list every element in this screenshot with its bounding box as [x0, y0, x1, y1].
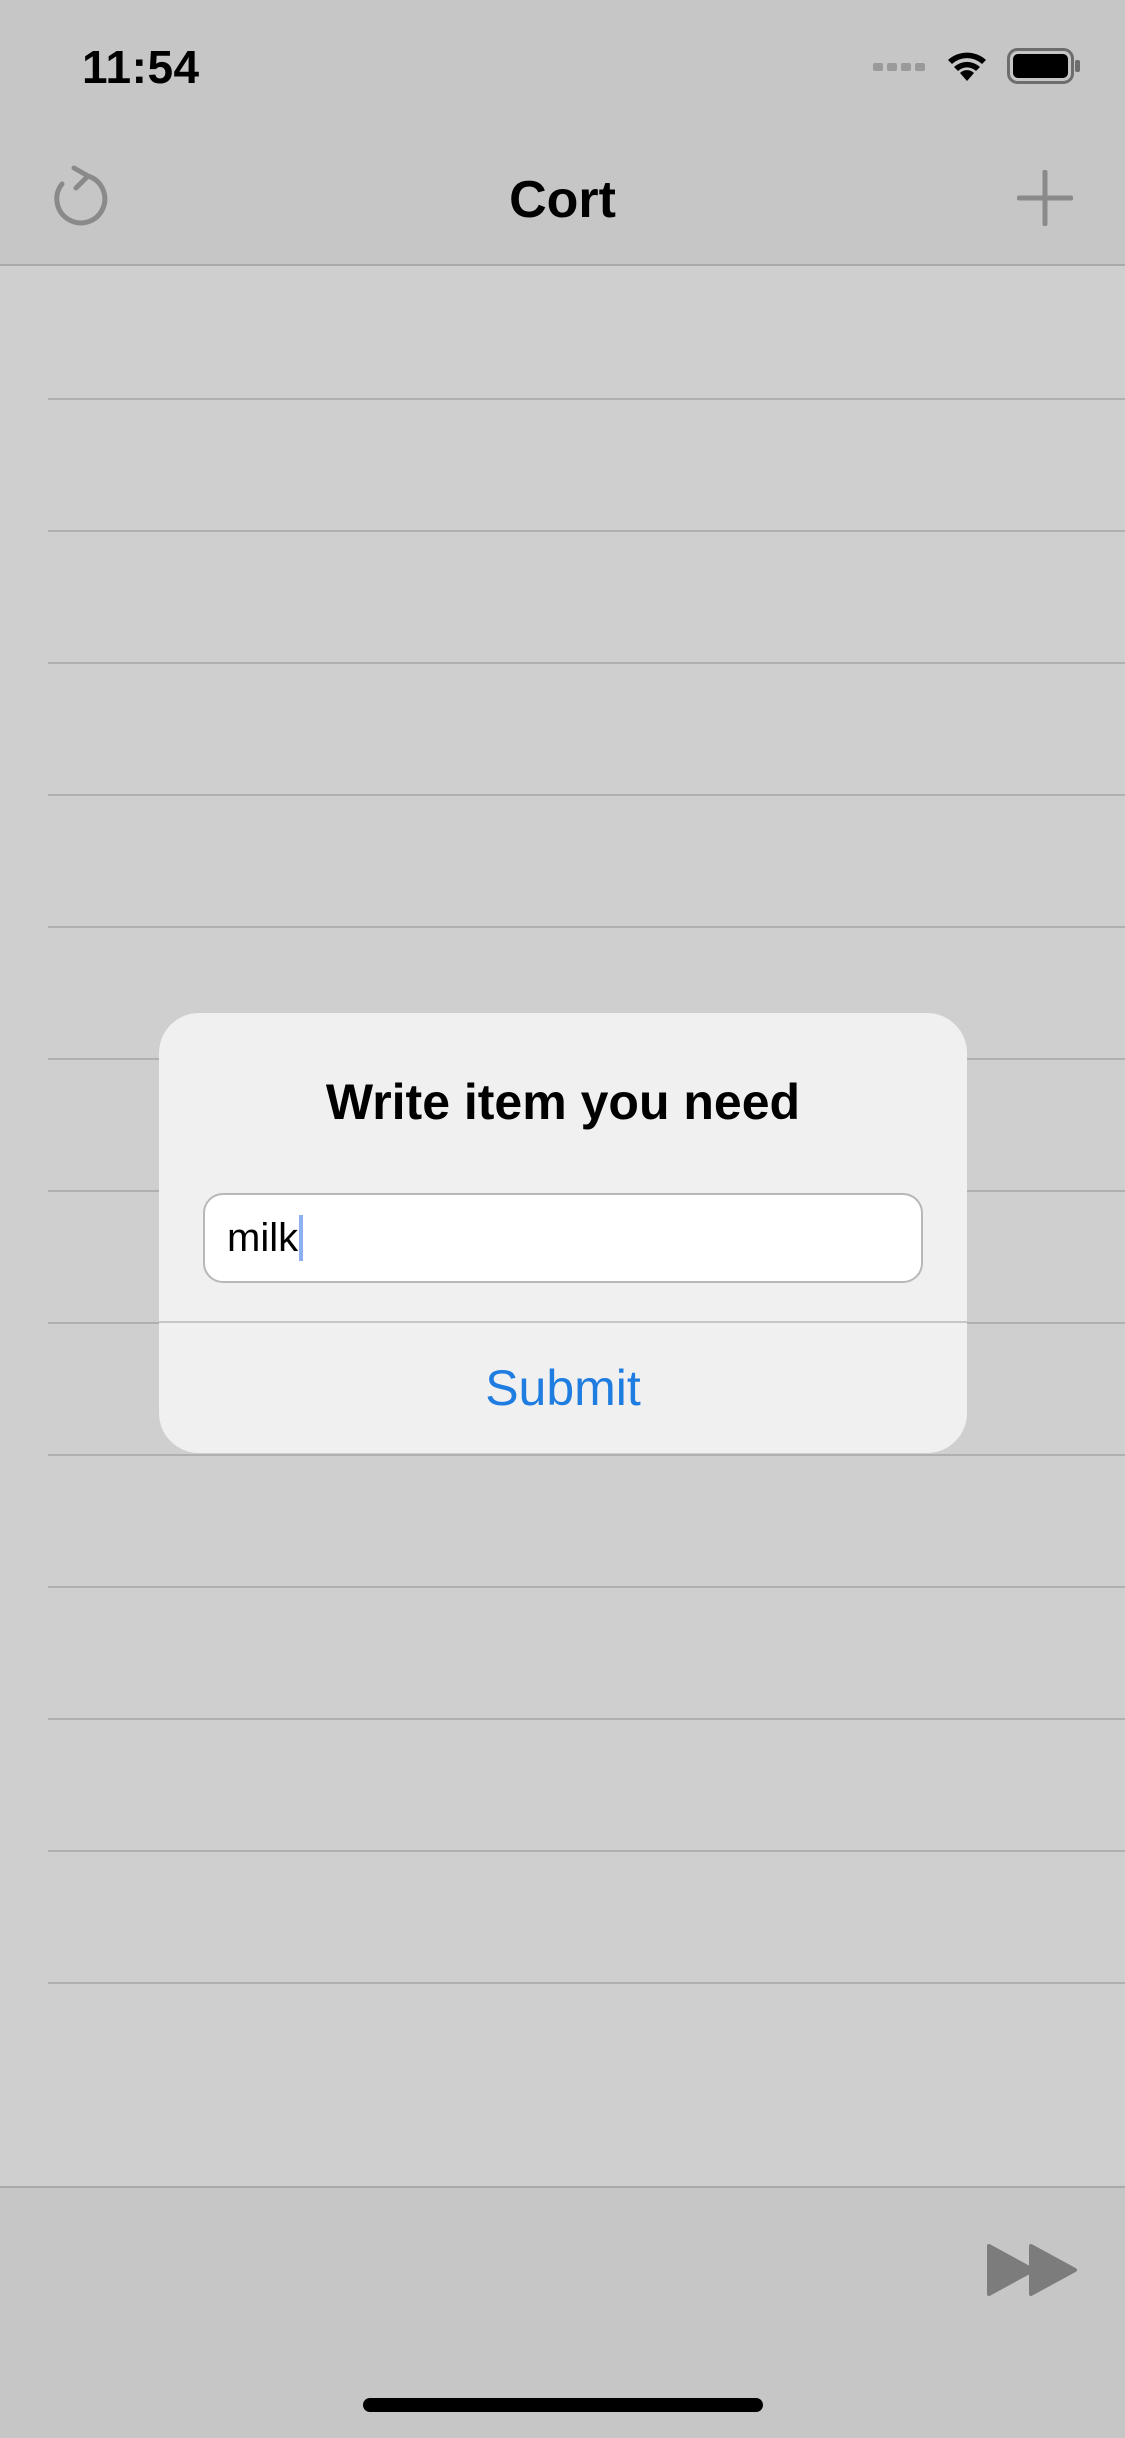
- table-row[interactable]: [48, 662, 1125, 796]
- item-input[interactable]: milk: [203, 1193, 923, 1283]
- fast-forward-icon: [987, 2242, 1079, 2303]
- submit-button[interactable]: Submit: [159, 1323, 967, 1453]
- item-input-value: milk: [227, 1215, 299, 1260]
- alert-title: Write item you need: [325, 1074, 801, 1130]
- battery-icon: [1007, 47, 1081, 89]
- table-row[interactable]: [48, 266, 1125, 400]
- table-row[interactable]: [48, 794, 1125, 928]
- status-time: 11:54: [82, 41, 200, 93]
- table-row[interactable]: [48, 1850, 1125, 1984]
- navigation-bar: Cort: [0, 132, 1125, 266]
- add-item-button[interactable]: [1007, 162, 1083, 238]
- add-item-alert: Write item you need milk Submit: [159, 1013, 967, 1453]
- text-cursor: [299, 1215, 304, 1261]
- table-row[interactable]: [48, 530, 1125, 664]
- cellular-signal-icon: [873, 59, 927, 78]
- table-row[interactable]: [48, 1586, 1125, 1720]
- fast-forward-button[interactable]: [985, 2240, 1081, 2304]
- table-row[interactable]: [48, 398, 1125, 532]
- plus-icon: [1016, 169, 1074, 231]
- table-row[interactable]: [48, 1982, 1125, 2114]
- status-bar: 11:54: [0, 0, 1125, 132]
- table-row[interactable]: [48, 1454, 1125, 1588]
- wifi-icon: [945, 49, 989, 88]
- status-icons: [873, 47, 1081, 89]
- page-title: Cort: [509, 171, 616, 229]
- home-indicator[interactable]: [363, 2398, 763, 2412]
- table-row[interactable]: [48, 1718, 1125, 1852]
